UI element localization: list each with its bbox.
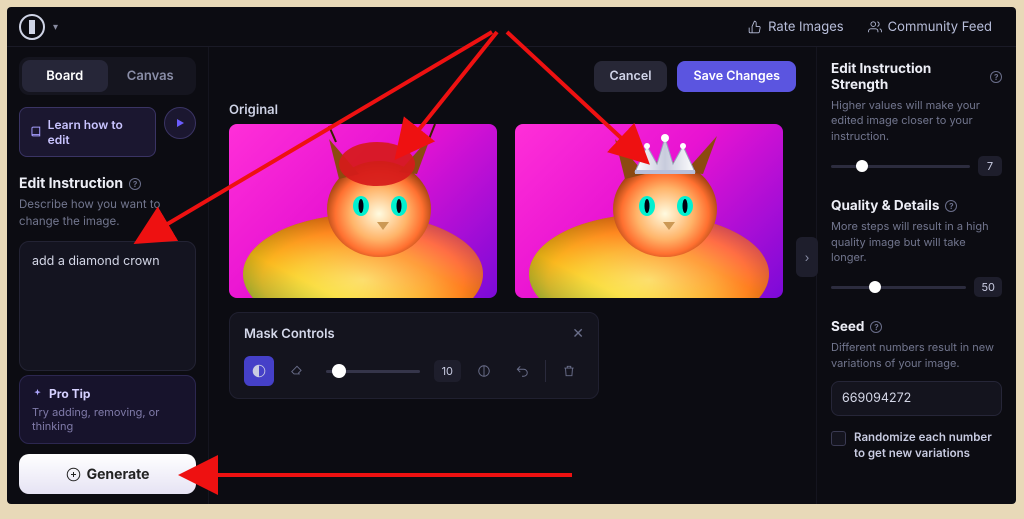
seed-input[interactable] [831, 381, 1002, 416]
users-icon [868, 20, 882, 34]
close-icon[interactable]: ✕ [572, 325, 584, 342]
quality-desc: More steps will result in a high quality… [831, 219, 1002, 265]
randomize-checkbox[interactable] [831, 431, 846, 446]
mask-undo-button[interactable] [507, 356, 537, 386]
learn-how-to-edit-button[interactable]: Learn how to edit [19, 107, 156, 157]
edit-instruction-desc: Describe how you want to change the imag… [19, 196, 196, 229]
help-icon[interactable]: ? [990, 71, 1002, 83]
edit-strength-desc: Higher values will make your edited imag… [831, 98, 1002, 144]
undo-icon [515, 364, 529, 378]
mask-controls-panel: Mask Controls ✕ 10 [229, 312, 599, 399]
play-tutorial-button[interactable] [164, 107, 196, 139]
left-sidebar: Board Canvas Learn how to edit Edit Inst… [7, 47, 209, 504]
quality-title: Quality & Details? [831, 198, 1002, 214]
center-panel: Cancel Save Changes Original [209, 47, 816, 504]
generate-button[interactable]: Generate [19, 454, 196, 494]
book-icon [30, 126, 42, 138]
generate-label: Generate [87, 466, 150, 483]
mode-tabs: Board Canvas [19, 57, 196, 95]
edit-instruction-title: Edit Instruction ? [19, 175, 196, 192]
brush-size-value: 10 [434, 360, 461, 382]
pro-tip-panel: Pro Tip Try adding, removing, or thinkin… [19, 375, 196, 444]
topbar: ▾ Rate Images Community Feed [7, 7, 1016, 47]
thumbs-up-icon [748, 20, 762, 34]
rate-images-link[interactable]: Rate Images [736, 13, 856, 41]
edit-strength-slider[interactable]: 7 [831, 156, 1002, 176]
sparkle-icon [32, 388, 43, 399]
learn-label: Learn how to edit [48, 117, 145, 147]
original-image[interactable] [229, 124, 497, 298]
cancel-button[interactable]: Cancel [594, 61, 668, 92]
brush-size-slider[interactable] [326, 370, 420, 373]
edit-instruction-input[interactable]: add a diamond crown [19, 241, 196, 371]
save-changes-button[interactable]: Save Changes [677, 61, 796, 92]
rate-images-label: Rate Images [768, 19, 844, 35]
seed-desc: Different numbers result in new variatio… [831, 340, 1002, 371]
app-logo[interactable] [19, 14, 45, 40]
help-icon[interactable]: ? [945, 200, 957, 212]
eraser-icon [290, 364, 304, 378]
randomize-label: Randomize each number to get new variati… [854, 430, 1002, 461]
community-feed-link[interactable]: Community Feed [856, 13, 1004, 41]
trash-icon [562, 364, 576, 378]
mask-invert-tool[interactable] [469, 356, 499, 386]
tab-canvas[interactable]: Canvas [108, 60, 194, 92]
edit-strength-value: 7 [978, 156, 1002, 176]
edit-strength-title: Edit Instruction Strength? [831, 61, 1002, 93]
pro-tip-desc: Try adding, removing, or thinking [32, 405, 183, 433]
circle-half-icon [252, 364, 266, 378]
community-feed-label: Community Feed [888, 19, 992, 35]
quality-slider[interactable]: 50 [831, 277, 1002, 297]
mask-controls-title: Mask Controls [244, 326, 335, 342]
help-icon[interactable]: ? [870, 321, 882, 333]
mask-brush-tool[interactable] [244, 356, 274, 386]
original-label: Original [229, 102, 796, 118]
chevron-down-icon[interactable]: ▾ [53, 21, 58, 33]
contrast-icon [477, 364, 491, 378]
help-icon[interactable]: ? [129, 178, 141, 190]
pro-tip-title: Pro Tip [32, 386, 183, 401]
edited-image[interactable] [515, 124, 783, 298]
mask-delete-button[interactable] [554, 356, 584, 386]
right-sidebar: Edit Instruction Strength? Higher values… [816, 47, 1016, 504]
quality-value: 50 [974, 277, 1002, 297]
plus-circle-icon [66, 467, 81, 482]
tab-board[interactable]: Board [22, 60, 108, 92]
mask-erase-tool[interactable] [282, 356, 312, 386]
play-icon [174, 117, 186, 129]
seed-title: Seed? [831, 319, 1002, 335]
carousel-next-button[interactable]: › [796, 237, 818, 277]
